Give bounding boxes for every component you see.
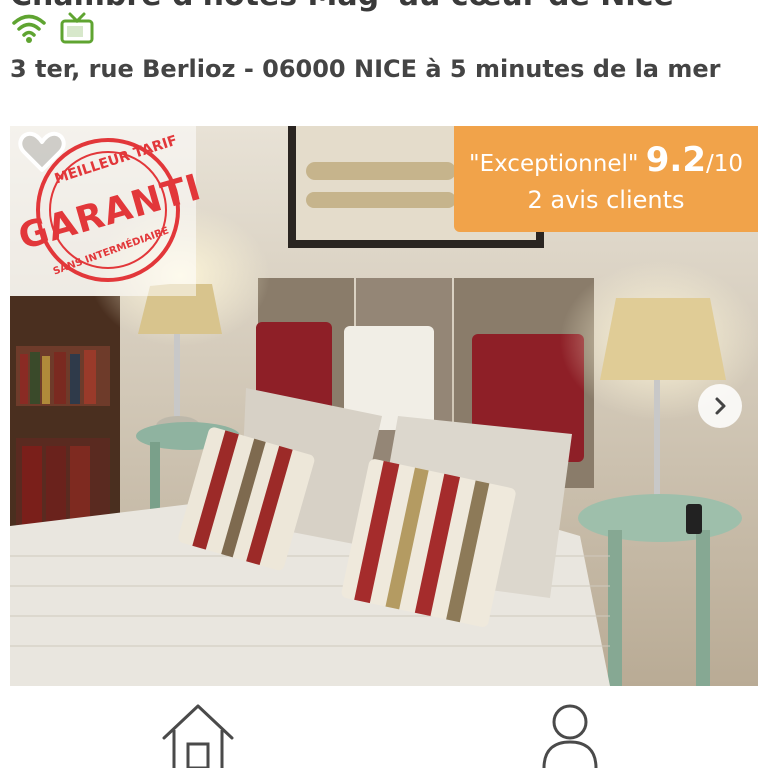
listing-photo[interactable]: MEILLEUR TARIF GARANTI SANS INTERMÉDIAIR… [10, 126, 758, 686]
nav-profile-button[interactable] [530, 702, 610, 769]
rating-badge: "Exceptionnel" 9.2/10 2 avis clients [454, 126, 758, 232]
review-count: 2 avis clients [527, 186, 685, 214]
bottom-navigation [0, 690, 768, 770]
heart-icon [18, 131, 66, 172]
listing-title: Chambre d'hôtes Mag' au cœur de Nice [10, 0, 760, 12]
rating-label: "Exceptionnel" [468, 151, 639, 177]
next-photo-button[interactable] [698, 384, 742, 428]
home-icon [162, 704, 234, 770]
amenities-row [10, 10, 96, 46]
wifi-icon [10, 10, 48, 46]
favorite-button[interactable] [18, 130, 66, 174]
nav-home-button[interactable] [158, 702, 238, 770]
listing-address: 3 ter, rue Berlioz - 06000 NICE à 5 minu… [10, 55, 721, 83]
rating-max: /10 [706, 151, 744, 177]
tv-icon [58, 10, 96, 46]
user-icon [542, 704, 598, 769]
chevron-right-icon [715, 397, 726, 415]
rating-score: 9.2 [645, 140, 706, 180]
rating-line: "Exceptionnel" 9.2/10 [454, 140, 758, 180]
